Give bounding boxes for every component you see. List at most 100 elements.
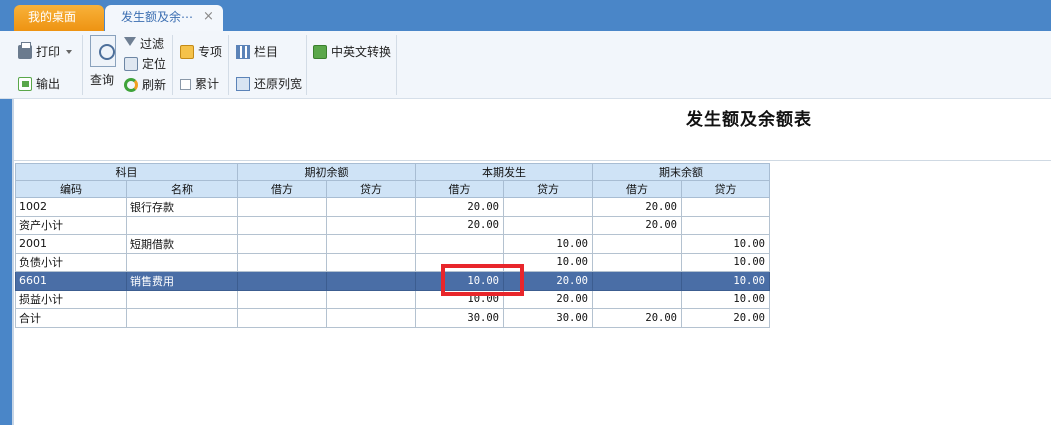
cell-end-debit[interactable] (592, 271, 682, 291)
cell-end-debit[interactable] (592, 252, 682, 272)
table-row[interactable]: 负债小计 10.00 10.00 (15, 252, 770, 272)
table-row[interactable]: 2001 短期借款 10.00 10.00 (15, 234, 770, 254)
cell-open-credit[interactable] (326, 289, 416, 309)
locate-button[interactable]: 定位 (124, 55, 166, 73)
tab-balance-report[interactable]: 发生额及余⋯ × (105, 5, 223, 31)
cell-cur-credit[interactable] (503, 197, 593, 217)
table-row[interactable]: 合计 30.00 30.00 20.00 20.00 (15, 308, 770, 328)
checkbox-icon[interactable] (180, 78, 191, 90)
cell-end-debit[interactable]: 20.00 (592, 215, 682, 235)
cell-end-debit[interactable]: 20.00 (592, 197, 682, 217)
cell-open-credit[interactable] (326, 215, 416, 235)
header-closing-balance[interactable]: 期末余额 (592, 163, 770, 181)
table-row[interactable]: 损益小计 10.00 20.00 10.00 (15, 289, 770, 309)
header-current-period[interactable]: 本期发生 (415, 163, 593, 181)
cell-code[interactable]: 损益小计 (15, 289, 127, 309)
cell-name[interactable]: 销售费用 (126, 271, 238, 291)
cell-end-debit[interactable] (592, 234, 682, 254)
header-opening-balance[interactable]: 期初余额 (237, 163, 416, 181)
special-item-icon (180, 45, 194, 59)
cell-cur-credit[interactable]: 10.00 (503, 234, 593, 254)
balance-table: 科目 期初余额 本期发生 期末余额 编码 名称 借方 贷方 借方 贷方 借方 贷… (15, 163, 770, 328)
cell-cur-debit[interactable] (415, 234, 504, 254)
export-label: 输出 (36, 77, 61, 91)
group-header-row: 科目 期初余额 本期发生 期末余额 (15, 163, 770, 181)
cell-code[interactable]: 负债小计 (15, 252, 127, 272)
cell-cur-credit[interactable] (503, 215, 593, 235)
header-open-credit[interactable]: 贷方 (326, 180, 416, 198)
report-header: 发生额及余额表 (0, 99, 1051, 161)
table-row-selected[interactable]: 6601 销售费用 10.00 20.00 10.00 (15, 271, 770, 291)
app-window: 我的桌面 发生额及余⋯ × 打印 输出 查询 过滤 定位 刷新 专项 累计 栏目… (0, 0, 1051, 425)
chevron-down-icon[interactable] (66, 50, 73, 54)
close-icon[interactable]: × (203, 5, 215, 29)
cell-open-credit[interactable] (326, 252, 416, 272)
restore-width-button[interactable]: 还原列宽 (236, 75, 302, 93)
cell-end-credit[interactable]: 20.00 (681, 308, 770, 328)
cell-name[interactable] (126, 289, 238, 309)
cell-end-debit[interactable]: 20.00 (592, 308, 682, 328)
export-icon (18, 77, 32, 91)
cell-open-credit[interactable] (326, 271, 416, 291)
cell-open-debit[interactable] (237, 197, 327, 217)
refresh-button[interactable]: 刷新 (124, 76, 166, 94)
cell-open-credit[interactable] (326, 234, 416, 254)
cell-cur-debit[interactable]: 20.00 (415, 197, 504, 217)
report-title: 发生额及余额表 (686, 110, 812, 130)
cell-end-credit[interactable] (681, 197, 770, 217)
cell-cur-credit[interactable]: 30.00 (503, 308, 593, 328)
refresh-icon (124, 78, 138, 92)
cell-end-credit[interactable]: 10.00 (681, 252, 770, 272)
cell-end-debit[interactable] (592, 289, 682, 309)
table-row[interactable]: 资产小计 20.00 20.00 (15, 215, 770, 235)
toolbar-divider (172, 35, 173, 95)
restore-width-label: 还原列宽 (254, 77, 303, 91)
cell-code[interactable]: 1002 (15, 197, 127, 217)
cell-open-debit[interactable] (237, 308, 327, 328)
columns-button[interactable]: 栏目 (236, 43, 278, 61)
cumulative-checkbox[interactable]: 累计 (180, 75, 219, 93)
query-button[interactable]: 查询 (90, 71, 114, 89)
cell-cur-debit[interactable]: 20.00 (415, 215, 504, 235)
cell-end-credit[interactable] (681, 215, 770, 235)
special-button[interactable]: 专项 (180, 43, 222, 61)
export-button[interactable]: 输出 (18, 75, 60, 93)
cell-name[interactable] (126, 308, 238, 328)
cell-open-debit[interactable] (237, 289, 327, 309)
cell-open-debit[interactable] (237, 271, 327, 291)
cell-cur-debit[interactable]: 30.00 (415, 308, 504, 328)
header-cur-debit[interactable]: 借方 (415, 180, 504, 198)
cell-open-debit[interactable] (237, 215, 327, 235)
query-icon[interactable] (90, 35, 116, 67)
header-name[interactable]: 名称 (126, 180, 238, 198)
cell-code[interactable]: 2001 (15, 234, 127, 254)
cell-code[interactable]: 合计 (15, 308, 127, 328)
cell-open-debit[interactable] (237, 252, 327, 272)
header-open-debit[interactable]: 借方 (237, 180, 327, 198)
print-label: 打印 (36, 45, 61, 59)
print-button[interactable]: 打印 (18, 42, 73, 61)
language-switch-button[interactable]: 中英文转换 (313, 43, 391, 61)
header-code[interactable]: 编码 (15, 180, 127, 198)
cell-code[interactable]: 6601 (15, 271, 127, 291)
cell-open-credit[interactable] (326, 308, 416, 328)
cell-name[interactable] (126, 215, 238, 235)
tab-label: 发生额及余⋯ (121, 10, 194, 24)
cell-end-credit[interactable]: 10.00 (681, 271, 770, 291)
cell-name[interactable]: 银行存款 (126, 197, 238, 217)
header-end-credit[interactable]: 贷方 (681, 180, 770, 198)
cell-code[interactable]: 资产小计 (15, 215, 127, 235)
header-account[interactable]: 科目 (15, 163, 238, 181)
tab-my-desktop[interactable]: 我的桌面 (14, 5, 104, 31)
cell-name[interactable] (126, 252, 238, 272)
table-row[interactable]: 1002 银行存款 20.00 20.00 (15, 197, 770, 217)
cell-open-debit[interactable] (237, 234, 327, 254)
cell-name[interactable]: 短期借款 (126, 234, 238, 254)
cell-end-credit[interactable]: 10.00 (681, 289, 770, 309)
filter-button[interactable]: 过滤 (124, 35, 164, 53)
left-border-inner (12, 99, 14, 425)
cell-open-credit[interactable] (326, 197, 416, 217)
header-cur-credit[interactable]: 贷方 (503, 180, 593, 198)
cell-end-credit[interactable]: 10.00 (681, 234, 770, 254)
header-end-debit[interactable]: 借方 (592, 180, 682, 198)
